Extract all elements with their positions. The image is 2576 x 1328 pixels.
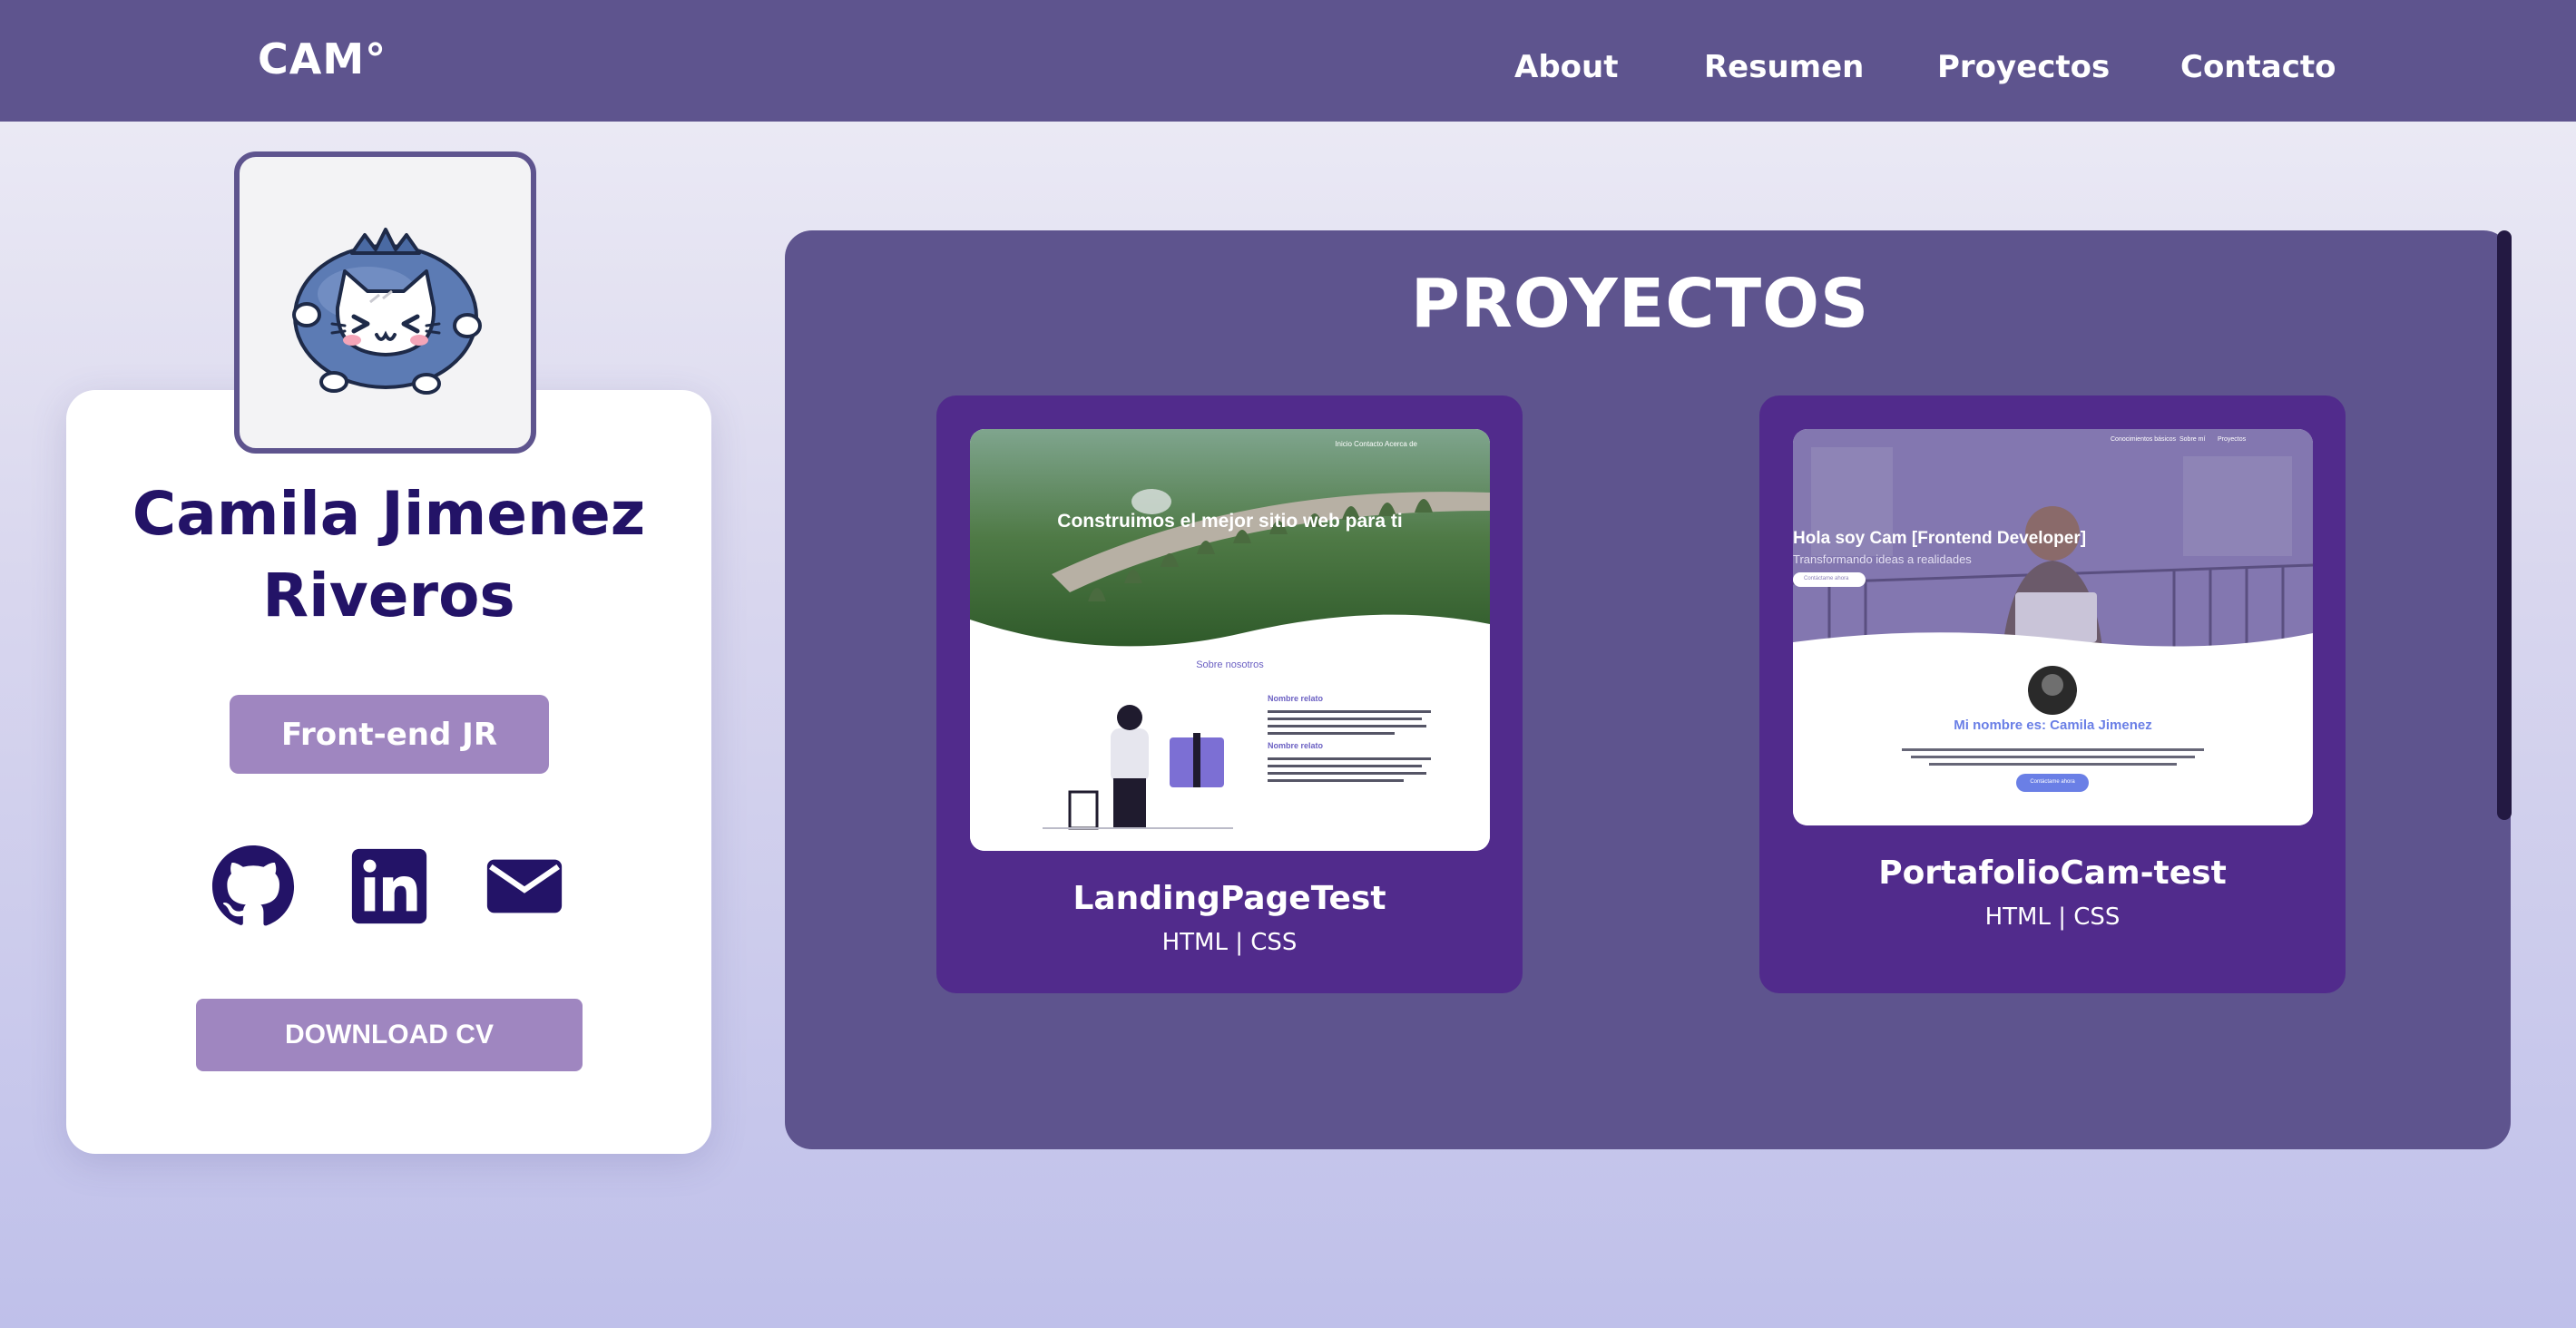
preview-item-title-2: Nombre relato [1268,741,1324,750]
role-badge: Front-end JR [230,695,549,774]
profile-name-line1: Camila Jimenez [132,479,646,549]
top-navbar: CAM° About Resumen Proyectos Contacto [0,0,2576,122]
projects-title: PROYECTOS [1410,265,1870,343]
linkedin-icon[interactable] [347,844,432,929]
github-icon[interactable] [211,844,296,929]
preview-nav: Inicio Contacto Acerca de [1335,440,1417,448]
project-name: LandingPageTest [1073,880,1386,917]
preview-hero-text: Hola soy Cam [Frontend Developer] [1793,529,2087,548]
preview-nav-2: Sobre mí [2179,436,2206,443]
projects-scrollbar[interactable] [2497,230,2512,820]
nav-link-resumen[interactable]: Resumen [1704,49,1864,85]
cat-blueberry-avatar-icon [291,227,482,395]
landing-preview-image [970,429,1490,851]
nav-link-proyectos[interactable]: Proyectos [1937,49,2110,85]
project-tech: HTML | CSS [1161,929,1298,956]
project-thumbnail: Conocimientos básicos Sobre mí Proyectos… [1793,429,2313,825]
preview-name-line: Mi nombre es: Camila Jimenez [1954,718,2152,733]
avatar [234,151,536,454]
brand-logo[interactable]: CAM° [258,34,387,83]
project-card-landingpagetest[interactable]: Inicio Contacto Acerca de Construimos el… [936,395,1523,993]
project-card-portafoliocam-test[interactable]: Conocimientos básicos Sobre mí Proyectos… [1759,395,2346,993]
nav-link-contacto[interactable]: Contacto [2180,49,2336,85]
profile-name: Camila Jimenez Riveros [66,474,711,637]
preview-mini-button: Contáctame ahora [1804,576,1849,581]
preview-item-title-1: Nombre relato [1268,694,1324,703]
preview-nav-1: Conocimientos básicos [2111,436,2176,443]
preview-hero-sub: Transformando ideas a realidades [1793,552,1972,566]
profile-name-line2: Riveros [262,561,515,630]
preview-cta: Contáctame ahora [2030,779,2075,785]
preview-nav-3: Proyectos [2218,436,2247,443]
mail-icon[interactable] [482,844,567,929]
project-thumbnail: Inicio Contacto Acerca de Construimos el… [970,429,1490,851]
project-tech: HTML | CSS [1984,903,2121,931]
download-cv-button[interactable]: DOWNLOAD CV [196,999,583,1071]
portfolio-preview-image [1793,429,2313,825]
project-name: PortafolioCam-test [1878,854,2227,892]
preview-hero-text: Construimos el mejor sitio web para ti [1057,511,1403,532]
preview-section-title: Sobre nosotros [1196,659,1264,670]
nav-link-about[interactable]: About [1514,49,1618,85]
